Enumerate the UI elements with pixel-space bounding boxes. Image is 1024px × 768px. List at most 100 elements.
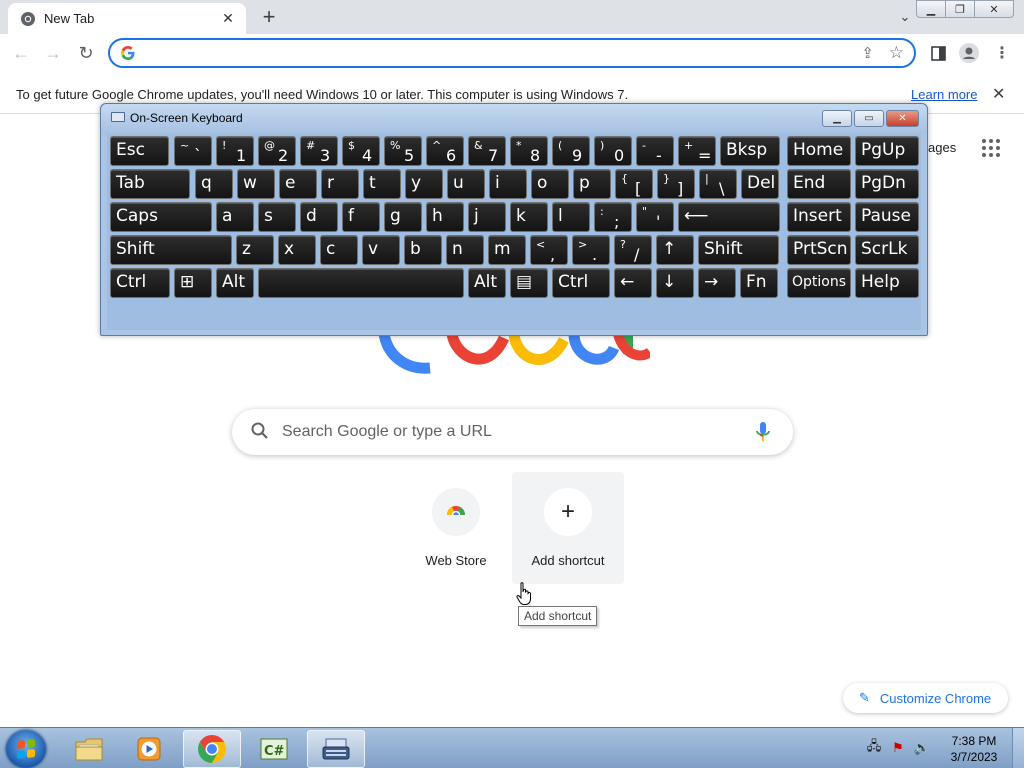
osk-key-m[interactable]: m <box>488 235 526 265</box>
taskbar-csharp-editor[interactable]: C# <box>245 730 303 768</box>
osk-key-k[interactable]: k <box>510 202 548 232</box>
osk-restore-button[interactable]: ▭ <box>854 110 884 127</box>
osk-key-alt[interactable]: Alt <box>468 268 506 298</box>
osk-key-space[interactable] <box>258 268 464 298</box>
close-window-button[interactable]: ✕ <box>974 0 1014 18</box>
osk-key-end[interactable]: End <box>787 169 851 199</box>
osk-key-4[interactable]: $4 <box>342 136 380 166</box>
osk-key-shift[interactable]: Shift <box>698 235 779 265</box>
osk-key-insert[interactable]: Insert <box>787 202 851 232</box>
side-panel-icon[interactable] <box>927 42 949 64</box>
osk-key-tab[interactable]: Tab <box>110 169 190 199</box>
osk-key-r4k7[interactable]: ← <box>614 268 652 298</box>
osk-key-r4k8[interactable]: ↓ <box>656 268 694 298</box>
tab-new-tab[interactable]: New Tab ✕ <box>8 3 246 34</box>
learn-more-link[interactable]: Learn more <box>911 87 977 102</box>
osk-key-0[interactable]: ) 0 <box>594 136 632 166</box>
shortcut-web-store[interactable]: Web Store <box>400 472 512 584</box>
osk-key-bksp[interactable]: Bksp <box>720 136 780 166</box>
osk-key-r2k12[interactable]: ⟵ <box>678 202 780 232</box>
osk-key-q[interactable]: q <box>195 169 233 199</box>
back-icon[interactable]: ← <box>8 40 34 66</box>
search-input[interactable] <box>282 419 742 445</box>
start-button[interactable] <box>6 730 46 768</box>
osk-key-l[interactable]: l <box>552 202 590 232</box>
reload-icon[interactable]: ↻ <box>73 40 99 66</box>
osk-key-2[interactable]: @2 <box>258 136 296 166</box>
osk-key-6[interactable]: ^ 6 <box>426 136 464 166</box>
osk-key-r[interactable]: r <box>321 169 359 199</box>
shortcut-add-shortcut[interactable]: + Add shortcut <box>512 472 624 584</box>
osk-key-s[interactable]: s <box>258 202 296 232</box>
osk-key-r3k11[interactable]: ↑ <box>656 235 694 265</box>
osk-key-pause[interactable]: Pause <box>855 202 919 232</box>
osk-key-a[interactable]: a <box>216 202 254 232</box>
osk-key-ctrl[interactable]: Ctrl <box>552 268 610 298</box>
taskbar-chrome[interactable] <box>183 730 241 768</box>
osk-title-bar[interactable]: On-Screen Keyboard ▁ ▭ ✕ <box>101 104 927 134</box>
osk-key-5[interactable]: % 5 <box>384 136 422 166</box>
osk-key-j[interactable]: j <box>468 202 506 232</box>
osk-key-pgup[interactable]: PgUp <box>855 136 919 166</box>
osk-key-shift[interactable]: Shift <box>110 235 232 265</box>
osk-key-v[interactable]: v <box>362 235 400 265</box>
tab-close-icon[interactable]: ✕ <box>220 10 236 27</box>
osk-key-r4k9[interactable]: → <box>698 268 736 298</box>
osk-key-esc[interactable]: Esc <box>110 136 169 166</box>
osk-key-1[interactable]: ! 1 <box>216 136 254 166</box>
osk-key-c[interactable]: c <box>320 235 358 265</box>
taskbar-file-explorer[interactable] <box>60 730 118 768</box>
osk-key-8[interactable]: * 8 <box>510 136 548 166</box>
osk-key-help[interactable]: Help <box>855 268 919 298</box>
volume-icon[interactable]: 🔈 <box>914 740 930 756</box>
share-icon[interactable]: ⇪ <box>861 44 874 62</box>
osk-key-r3k8[interactable]: <, <box>530 235 568 265</box>
osk-key-x[interactable]: x <box>278 235 316 265</box>
osk-key-t[interactable]: t <box>363 169 401 199</box>
osk-key-p[interactable]: p <box>573 169 611 199</box>
osk-key-r1k12[interactable]: }] <box>657 169 695 199</box>
osk-key-prtscn[interactable]: PrtScn <box>787 235 851 265</box>
osk-key-home[interactable]: Home <box>787 136 851 166</box>
infobar-close-icon[interactable]: ✕ <box>992 84 1005 104</box>
osk-key-r2k11[interactable]: " ' <box>636 202 674 232</box>
osk-key-r0k13[interactable]: + = <box>678 136 716 166</box>
osk-key-scrlk[interactable]: ScrLk <box>855 235 919 265</box>
new-tab-button[interactable]: + <box>256 4 282 29</box>
osk-key-7[interactable]: & 7 <box>468 136 506 166</box>
osk-key-r0k1[interactable]: ~ ` <box>174 136 212 166</box>
taskbar-media-player[interactable] <box>120 730 178 768</box>
osk-key-o[interactable]: o <box>531 169 569 199</box>
osk-key-n[interactable]: n <box>446 235 484 265</box>
osk-key-g[interactable]: g <box>384 202 422 232</box>
images-link[interactable]: ages <box>928 140 956 155</box>
osk-key-e[interactable]: e <box>279 169 317 199</box>
osk-key-9[interactable]: (9 <box>552 136 590 166</box>
taskbar-on-screen-keyboard[interactable] <box>307 730 365 768</box>
osk-key-r4k1[interactable]: ⊞ <box>174 268 212 298</box>
microphone-icon[interactable] <box>754 421 772 443</box>
osk-key-r0k12[interactable]: -- <box>636 136 674 166</box>
osk-key-ctrl[interactable]: Ctrl <box>110 268 170 298</box>
google-apps-icon[interactable] <box>982 139 1000 157</box>
customize-chrome-button[interactable]: ✎ Customize Chrome <box>843 683 1008 713</box>
chrome-menu-icon[interactable]: ⋮ <box>991 42 1013 64</box>
osk-key-r1k11[interactable]: {[ <box>615 169 653 199</box>
action-center-flag-icon[interactable]: ⚑ <box>890 740 906 756</box>
osk-key-h[interactable]: h <box>426 202 464 232</box>
profile-avatar-icon[interactable] <box>958 42 980 64</box>
osk-key-fn[interactable]: Fn <box>740 268 778 298</box>
osk-key-r3k10[interactable]: ? / <box>614 235 652 265</box>
osk-key-z[interactable]: z <box>236 235 274 265</box>
osk-key-r3k9[interactable]: >. <box>572 235 610 265</box>
osk-key-del[interactable]: Del <box>741 169 779 199</box>
osk-key-f[interactable]: f <box>342 202 380 232</box>
osk-key-r1k13[interactable]: | \ <box>699 169 737 199</box>
bookmark-star-icon[interactable]: ☆ <box>889 43 904 63</box>
osk-key-3[interactable]: #3 <box>300 136 338 166</box>
forward-icon[interactable]: → <box>40 40 66 66</box>
omnibox[interactable]: ⇪ ☆ <box>108 38 916 68</box>
osk-key-b[interactable]: b <box>404 235 442 265</box>
osk-key-caps[interactable]: Caps <box>110 202 212 232</box>
show-desktop-button[interactable] <box>1012 728 1024 768</box>
